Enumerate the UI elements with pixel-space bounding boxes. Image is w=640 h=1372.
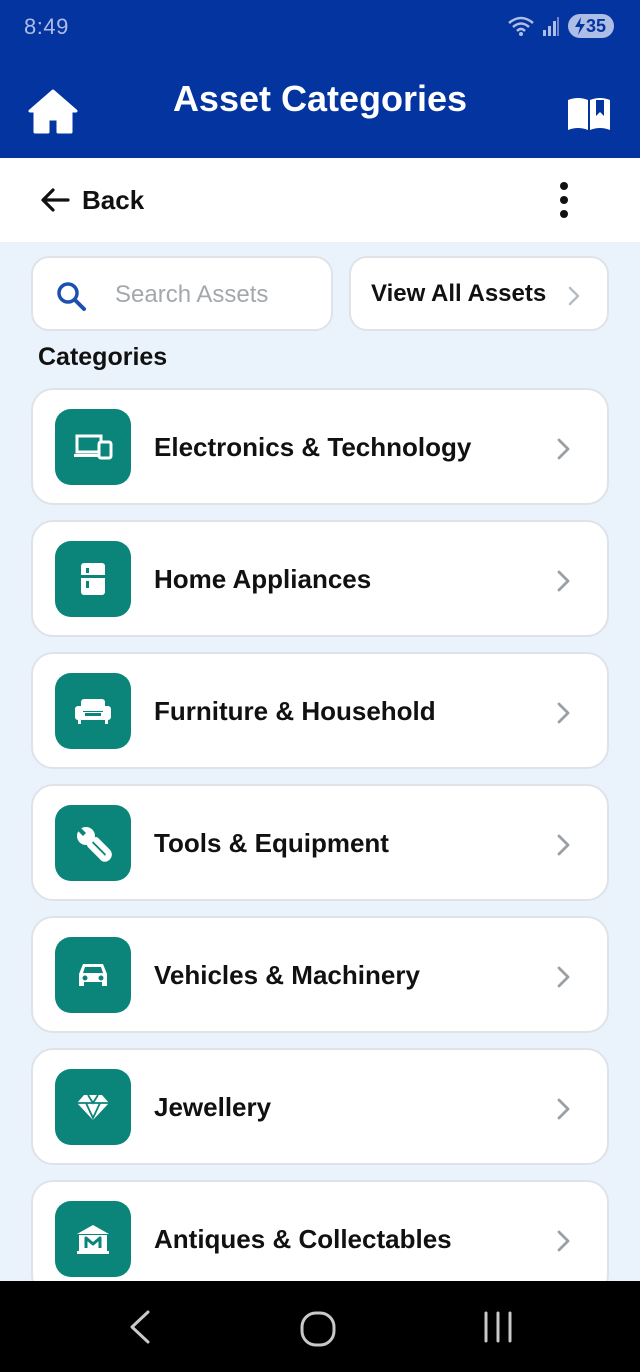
search-input[interactable] — [115, 276, 315, 314]
chevron-right-icon — [557, 1230, 570, 1252]
nav-home-icon[interactable] — [298, 1309, 338, 1349]
chevron-right-icon — [557, 966, 570, 988]
category-item-home-appliances[interactable]: Home Appliances — [31, 520, 609, 637]
page-title: Asset Categories — [172, 78, 468, 119]
nav-back-icon[interactable] — [122, 1309, 158, 1345]
chevron-right-icon — [557, 834, 570, 856]
category-icon-tile — [55, 541, 131, 617]
search-box[interactable] — [31, 256, 333, 331]
wifi-icon — [508, 16, 534, 36]
status-bar: 8:49 35 — [0, 0, 640, 56]
category-label: Home Appliances — [154, 564, 372, 594]
chevron-right-icon — [557, 570, 570, 592]
category-label: Tools & Equipment — [154, 828, 389, 858]
category-icon-tile — [55, 409, 131, 485]
category-icon-tile — [55, 1201, 131, 1277]
sub-bar: Back — [0, 158, 640, 242]
view-all-assets-button[interactable]: View All Assets — [349, 256, 609, 331]
museum-icon — [77, 1225, 109, 1254]
devices-icon — [74, 434, 113, 460]
wrench-icon — [77, 827, 112, 862]
chevron-right-icon — [568, 286, 580, 306]
category-label: Jewellery — [154, 1092, 272, 1122]
category-item-furniture[interactable]: Furniture & Household — [31, 652, 609, 769]
chevron-right-icon — [557, 438, 570, 460]
battery-level: 35 — [585, 15, 606, 36]
nav-recents-icon[interactable] — [480, 1309, 516, 1345]
back-label: Back — [82, 184, 145, 215]
category-item-tools[interactable]: Tools & Equipment — [31, 784, 609, 901]
sofa-icon — [75, 699, 111, 724]
category-icon-tile — [55, 805, 131, 881]
category-label: Furniture & Household — [154, 696, 436, 726]
category-item-electronics[interactable]: Electronics & Technology — [31, 388, 609, 505]
status-time: 8:49 — [24, 14, 69, 39]
book-icon[interactable] — [566, 94, 612, 132]
battery-charging-icon: 35 — [567, 14, 614, 38]
fridge-icon — [81, 563, 105, 595]
category-label: Vehicles & Machinery — [154, 960, 420, 990]
system-nav-bar — [0, 1281, 640, 1372]
search-icon — [57, 282, 86, 311]
arrow-left-icon — [41, 188, 70, 212]
status-icons: 35 — [508, 14, 614, 38]
section-title: Categories — [38, 343, 168, 371]
view-all-label: View All Assets — [371, 280, 547, 307]
category-icon-tile — [55, 1069, 131, 1145]
category-item-antiques[interactable]: Antiques & Collectables — [31, 1180, 609, 1297]
chevron-right-icon — [557, 1098, 570, 1120]
category-item-vehicles[interactable]: Vehicles & Machinery — [31, 916, 609, 1033]
category-icon-tile — [55, 673, 131, 749]
category-label: Electronics & Technology — [154, 432, 472, 462]
chevron-right-icon — [557, 702, 570, 724]
back-button[interactable]: Back — [40, 182, 144, 218]
diamond-icon — [77, 1094, 109, 1121]
category-item-jewellery[interactable]: Jewellery — [31, 1048, 609, 1165]
app-bar: Asset Categories — [0, 56, 640, 158]
car-icon — [79, 964, 107, 986]
category-label: Antiques & Collectables — [154, 1224, 452, 1254]
signal-icon — [542, 17, 559, 36]
more-vertical-icon[interactable] — [552, 180, 576, 220]
category-icon-tile — [55, 937, 131, 1013]
